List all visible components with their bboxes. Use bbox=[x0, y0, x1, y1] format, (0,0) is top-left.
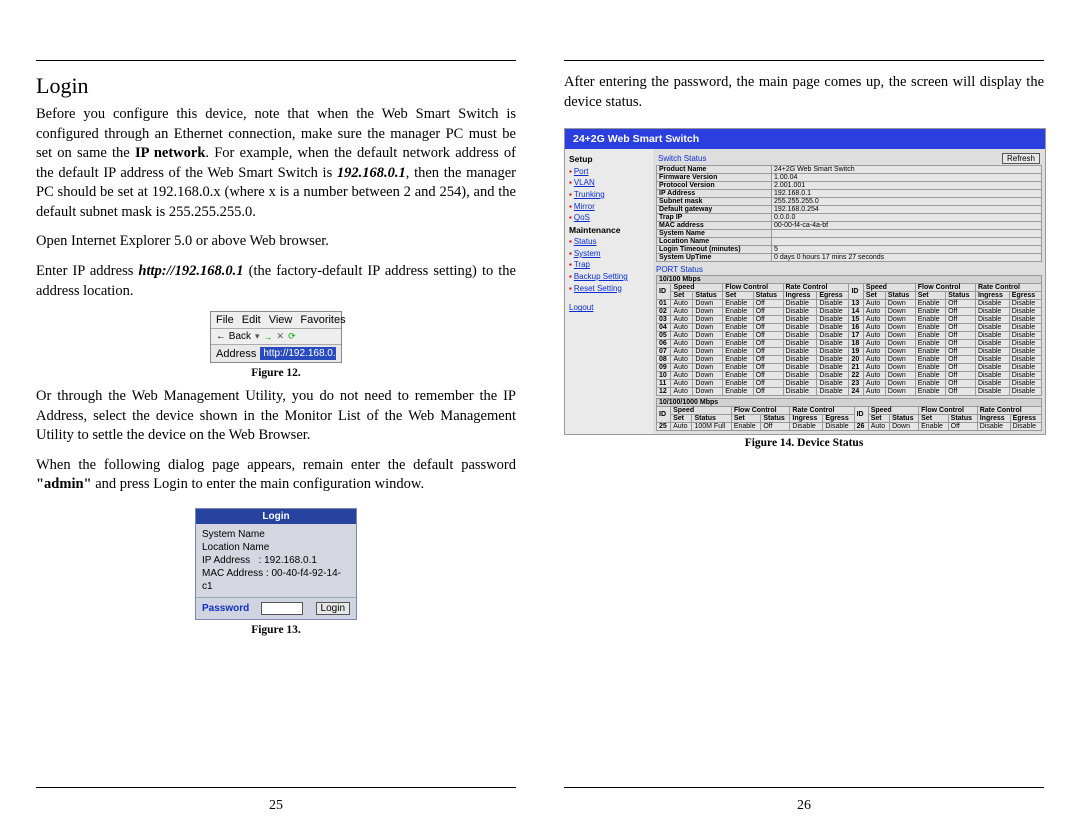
menu-favorites[interactable]: Favorites bbox=[300, 314, 345, 326]
login-para-5: When the following dialog page appears, … bbox=[36, 456, 516, 495]
forward-icon[interactable]: → bbox=[264, 332, 273, 342]
refresh-button[interactable]: Refresh bbox=[1002, 153, 1040, 164]
info-label: Firmware Version bbox=[657, 174, 772, 182]
section-login-heading: Login bbox=[36, 73, 516, 99]
info-label: Product Name bbox=[657, 166, 772, 174]
menu-edit[interactable]: Edit bbox=[242, 314, 261, 326]
info-value: 0.0.0.0 bbox=[772, 214, 1042, 222]
password-label: Password bbox=[202, 603, 249, 614]
info-value: 2.001.001 bbox=[772, 182, 1042, 190]
sidebar-link[interactable]: Trap bbox=[574, 260, 590, 269]
login-para-1: Before you configure this device, note t… bbox=[36, 105, 516, 222]
sidebar-link[interactable]: System bbox=[574, 249, 601, 258]
sidebar-link[interactable]: Status bbox=[574, 237, 597, 246]
back-button[interactable]: ← Back bbox=[216, 331, 251, 342]
password-input[interactable] bbox=[261, 602, 303, 615]
sidebar-link[interactable]: Backup Setting bbox=[574, 272, 628, 281]
sidebar-setup: Setup bbox=[569, 154, 593, 164]
login-para-3: Enter IP address http://192.168.0.1 (the… bbox=[36, 262, 516, 301]
fig13-login-card: Login System Name Location Name IP Addre… bbox=[195, 508, 357, 620]
info-label: Trap IP bbox=[657, 214, 772, 222]
info-value bbox=[772, 230, 1042, 238]
stop-icon[interactable]: ✕ bbox=[277, 331, 285, 342]
info-value: 5 bbox=[772, 246, 1042, 254]
login-ip-row: IP Address : 192.168.0.1 bbox=[202, 554, 350, 567]
menu-view[interactable]: View bbox=[269, 314, 293, 326]
page-left: Login Before you configure this device, … bbox=[36, 60, 516, 814]
port-status-table-100: 10/100 MbpsIDSpeedFlow ControlRate Contr… bbox=[656, 275, 1042, 396]
info-value: 255.255.255.0 bbox=[772, 198, 1042, 206]
info-value: 00-00-f4-ca-4a-bf bbox=[772, 222, 1042, 230]
page-right: After entering the password, the main pa… bbox=[564, 60, 1044, 814]
login-para-2: Open Internet Explorer 5.0 or above Web … bbox=[36, 232, 516, 252]
port-status-label: PORT Status bbox=[656, 265, 1042, 274]
info-value: 1.00.04 bbox=[772, 174, 1042, 182]
login-mac-row: MAC Address : 00-40-f4-92-14-c1 bbox=[202, 567, 350, 593]
info-value: 24+2G Web Smart Switch bbox=[772, 166, 1042, 174]
login-card-header: Login bbox=[196, 509, 356, 524]
info-label: MAC address bbox=[657, 222, 772, 230]
sidebar-link[interactable]: Reset Setting bbox=[574, 284, 622, 293]
sidebar-maint: Maintenance bbox=[569, 225, 621, 235]
address-input[interactable]: http://192.168.0.1 bbox=[260, 347, 336, 360]
fig12-caption: Figure 12. bbox=[36, 367, 516, 379]
info-label: Subnet mask bbox=[657, 198, 772, 206]
back-dropdown-icon: ▾ bbox=[255, 331, 260, 342]
info-label: System Name bbox=[657, 230, 772, 238]
info-label: IP Address bbox=[657, 190, 772, 198]
page-number-right: 26 bbox=[564, 798, 1044, 814]
login-sysname-row: System Name bbox=[202, 528, 350, 541]
login-para-4: Or through the Web Management Utility, y… bbox=[36, 387, 516, 446]
info-label: Location Name bbox=[657, 238, 772, 246]
info-value: 0 days 0 hours 17 mins 27 seconds bbox=[772, 254, 1042, 262]
info-label: Protocol Version bbox=[657, 182, 772, 190]
sidebar-link[interactable]: QoS bbox=[574, 213, 590, 222]
address-label: Address bbox=[216, 348, 256, 360]
info-value: 192.168.0.1 bbox=[772, 190, 1042, 198]
sidebar-link[interactable]: Mirror bbox=[574, 202, 595, 211]
right-para-1: After entering the password, the main pa… bbox=[564, 73, 1044, 112]
sidebar: Setup ▪Port▪VLAN▪Trunking▪Mirror▪QoS Mai… bbox=[565, 149, 653, 434]
fig14-device-status: 24+2G Web Smart Switch Setup ▪Port▪VLAN▪… bbox=[564, 128, 1046, 435]
menu-file[interactable]: File bbox=[216, 314, 234, 326]
sidebar-link[interactable]: Trunking bbox=[574, 190, 605, 199]
fig14-caption: Figure 14. Device Status bbox=[564, 437, 1044, 449]
fig13-caption: Figure 13. bbox=[36, 624, 516, 636]
info-value bbox=[772, 238, 1042, 246]
switch-status-table: Product Name24+2G Web Smart SwitchFirmwa… bbox=[656, 165, 1042, 262]
info-label: Default gateway bbox=[657, 206, 772, 214]
fig12-browser: File Edit View Favorites ← Back ▾ → ✕ ⟳ … bbox=[210, 311, 342, 363]
login-locname-row: Location Name bbox=[202, 541, 350, 554]
info-label: Login Timeout (minutes) bbox=[657, 246, 772, 254]
sidebar-link[interactable]: Port bbox=[574, 167, 589, 176]
switch-status-label: Switch Status bbox=[658, 154, 706, 163]
sidebar-link[interactable]: VLAN bbox=[574, 178, 595, 187]
login-button[interactable]: Login bbox=[316, 602, 350, 615]
sidebar-logout[interactable]: Logout bbox=[569, 302, 649, 314]
port-status-table-1000: 10/100/1000 MbpsIDSpeedFlow ControlRate … bbox=[656, 398, 1042, 431]
info-value: 192.168.0.254 bbox=[772, 206, 1042, 214]
page-number-left: 25 bbox=[36, 798, 516, 814]
switch-title-bar: 24+2G Web Smart Switch bbox=[565, 129, 1045, 149]
info-label: System UpTime bbox=[657, 254, 772, 262]
refresh-icon[interactable]: ⟳ bbox=[288, 331, 296, 342]
